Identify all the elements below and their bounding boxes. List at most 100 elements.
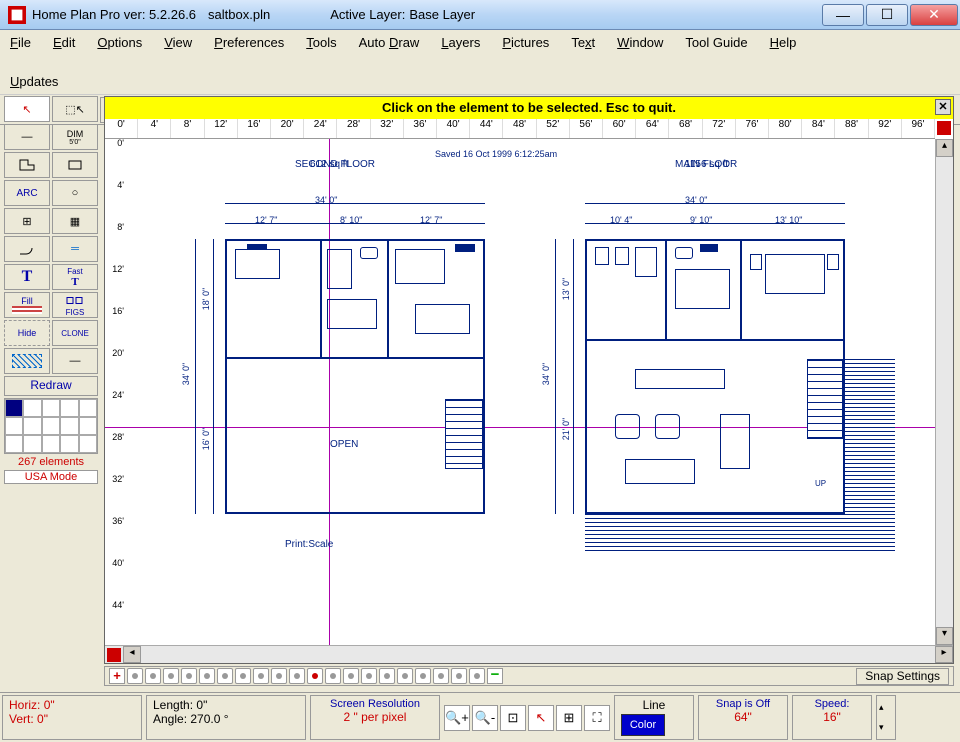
vertical-scrollbar[interactable]: ▴ ▾ — [935, 139, 953, 645]
vertical-ruler: 0'4'8'12'16'20'24'28'32'36'40'44' — [104, 138, 124, 646]
window-tool[interactable]: ═ — [52, 236, 98, 262]
arc-tool[interactable]: ARC — [4, 180, 50, 206]
redraw-button[interactable]: Redraw — [4, 376, 98, 396]
title-layer-label: Active Layer: — [330, 7, 405, 22]
hint-bar: Click on the element to be selected. Esc… — [105, 97, 953, 119]
layer-dot[interactable] — [361, 668, 377, 684]
layer-dot[interactable] — [469, 668, 485, 684]
menu-autodraw[interactable]: Auto Draw — [357, 32, 422, 53]
close-button[interactable]: ✕ — [910, 4, 958, 26]
snap-settings-button[interactable]: Snap Settings — [856, 668, 949, 685]
zoom-extents-button[interactable]: ⛶ — [584, 705, 610, 731]
layer-add-button[interactable]: + — [109, 668, 125, 684]
layer-dot[interactable] — [397, 668, 413, 684]
layer-dot[interactable] — [379, 668, 395, 684]
line-style-tool[interactable]: — — [52, 348, 98, 374]
speed-up-icon[interactable]: ▴ — [879, 702, 893, 713]
menu-text[interactable]: Text — [569, 32, 597, 53]
snap-label: Snap is Off — [705, 698, 781, 710]
title-file: saltbox.pln — [208, 7, 270, 22]
text-tool[interactable]: T — [4, 264, 50, 290]
plan-main-floor: MAIN FLOOR 1156 sq ft 34' 0" 10' 4" 9' 1… — [525, 159, 905, 559]
menu-preferences[interactable]: Preferences — [212, 32, 286, 53]
menu-window[interactable]: Window — [615, 32, 665, 53]
speed-value: 16" — [799, 710, 865, 724]
scroll-right-icon[interactable]: ▸ — [935, 646, 953, 663]
scroll-origin-icon[interactable] — [107, 648, 121, 662]
menu-layers[interactable]: Layers — [439, 32, 482, 53]
maximize-button[interactable]: ☐ — [866, 4, 908, 26]
hatch-tool[interactable] — [4, 348, 50, 374]
layer-dot[interactable] — [145, 668, 161, 684]
layer-remove-button[interactable]: − — [487, 668, 503, 684]
layer-dot[interactable] — [451, 668, 467, 684]
resolution-label: Screen Resolution — [317, 698, 433, 710]
layer-dot[interactable] — [181, 668, 197, 684]
layer-dot[interactable] — [343, 668, 359, 684]
status-bar: Horiz: 0" Vert: 0" Length: 0" Angle: 270… — [0, 692, 960, 742]
zoom-window-button[interactable]: ⊞ — [556, 705, 582, 731]
zoom-fit-button[interactable]: ⊡ — [500, 705, 526, 731]
scroll-left-icon[interactable]: ◂ — [123, 646, 141, 663]
grid-tool[interactable]: ⊞ — [4, 208, 50, 234]
layer-dot[interactable] — [235, 668, 251, 684]
clone-tool[interactable]: CLONE — [52, 320, 98, 346]
layer-dot[interactable] — [433, 668, 449, 684]
menu-options[interactable]: Options — [95, 32, 144, 53]
menu-updates[interactable]: Updates — [8, 71, 952, 92]
layer-dot-active[interactable] — [307, 668, 323, 684]
layer-dot[interactable] — [127, 668, 143, 684]
layer-dot[interactable] — [199, 668, 215, 684]
table-tool[interactable]: ▦ — [52, 208, 98, 234]
menubar: File Edit Options View Preferences Tools… — [0, 30, 960, 95]
minimize-button[interactable]: — — [822, 4, 864, 26]
speed-down-icon[interactable]: ▾ — [879, 722, 893, 733]
drawing-area: Click on the element to be selected. Esc… — [104, 96, 954, 664]
fast-text-tool[interactable]: FastT — [52, 264, 98, 290]
door-tool[interactable] — [4, 236, 50, 262]
main-floor-area: 1156 sq ft — [685, 159, 728, 170]
line-label: Line — [621, 698, 687, 712]
printscale-label: Print:Scale — [285, 539, 333, 550]
scroll-up-icon[interactable]: ▴ — [936, 139, 953, 157]
horizontal-scrollbar[interactable]: ◂ ▸ — [105, 645, 953, 663]
layer-dot[interactable] — [325, 668, 341, 684]
canvas[interactable]: Saved 16 Oct 1999 6:12:25am SECOND FLOOR… — [105, 139, 935, 645]
menu-pictures[interactable]: Pictures — [500, 32, 551, 53]
menu-help[interactable]: Help — [768, 32, 799, 53]
menu-view[interactable]: View — [162, 32, 194, 53]
title-layer-value: Base Layer — [409, 7, 475, 22]
plan-second-floor: SECOND FLOOR 612 sq ft 34' 0" 12' 7" 8' … — [165, 159, 485, 559]
hint-close-icon[interactable]: ✕ — [935, 99, 951, 115]
figs-tool[interactable]: FIGS — [52, 292, 98, 318]
element-count: 267 elements — [4, 456, 98, 468]
menu-tools[interactable]: Tools — [304, 32, 338, 53]
zoom-select-button[interactable]: ↖ — [528, 705, 554, 731]
layer-dot[interactable] — [271, 668, 287, 684]
open-label: OPEN — [330, 439, 358, 450]
layer-dot[interactable] — [289, 668, 305, 684]
zoom-in-button[interactable]: 🔍+ — [444, 705, 470, 731]
color-button[interactable]: Color — [621, 714, 665, 736]
dim-tool[interactable]: DIM5'0" — [52, 124, 98, 150]
line-tool[interactable]: — — [4, 124, 50, 150]
hide-tool[interactable]: Hide — [4, 320, 50, 346]
scroll-down-icon[interactable]: ▾ — [936, 627, 953, 645]
polygon-tool[interactable] — [4, 152, 50, 178]
zoom-out-button[interactable]: 🔍- — [472, 705, 498, 731]
select-box-tool[interactable]: ⬚↖ — [52, 96, 98, 122]
fill-tool[interactable]: Fill — [4, 292, 50, 318]
circle-tool[interactable]: ○ — [52, 180, 98, 206]
vert-label: Vert: — [9, 712, 34, 726]
menu-file[interactable]: File — [8, 32, 33, 53]
layer-dot[interactable] — [217, 668, 233, 684]
layer-dot[interactable] — [253, 668, 269, 684]
rect-tool[interactable] — [52, 152, 98, 178]
layer-dot[interactable] — [415, 668, 431, 684]
mode-indicator: USA Mode — [4, 470, 98, 484]
color-palette[interactable] — [4, 398, 98, 454]
layer-dot[interactable] — [163, 668, 179, 684]
select-arrow-tool[interactable]: ↖ — [4, 96, 50, 122]
menu-tool-guide[interactable]: Tool Guide — [683, 32, 749, 53]
menu-edit[interactable]: Edit — [51, 32, 77, 53]
